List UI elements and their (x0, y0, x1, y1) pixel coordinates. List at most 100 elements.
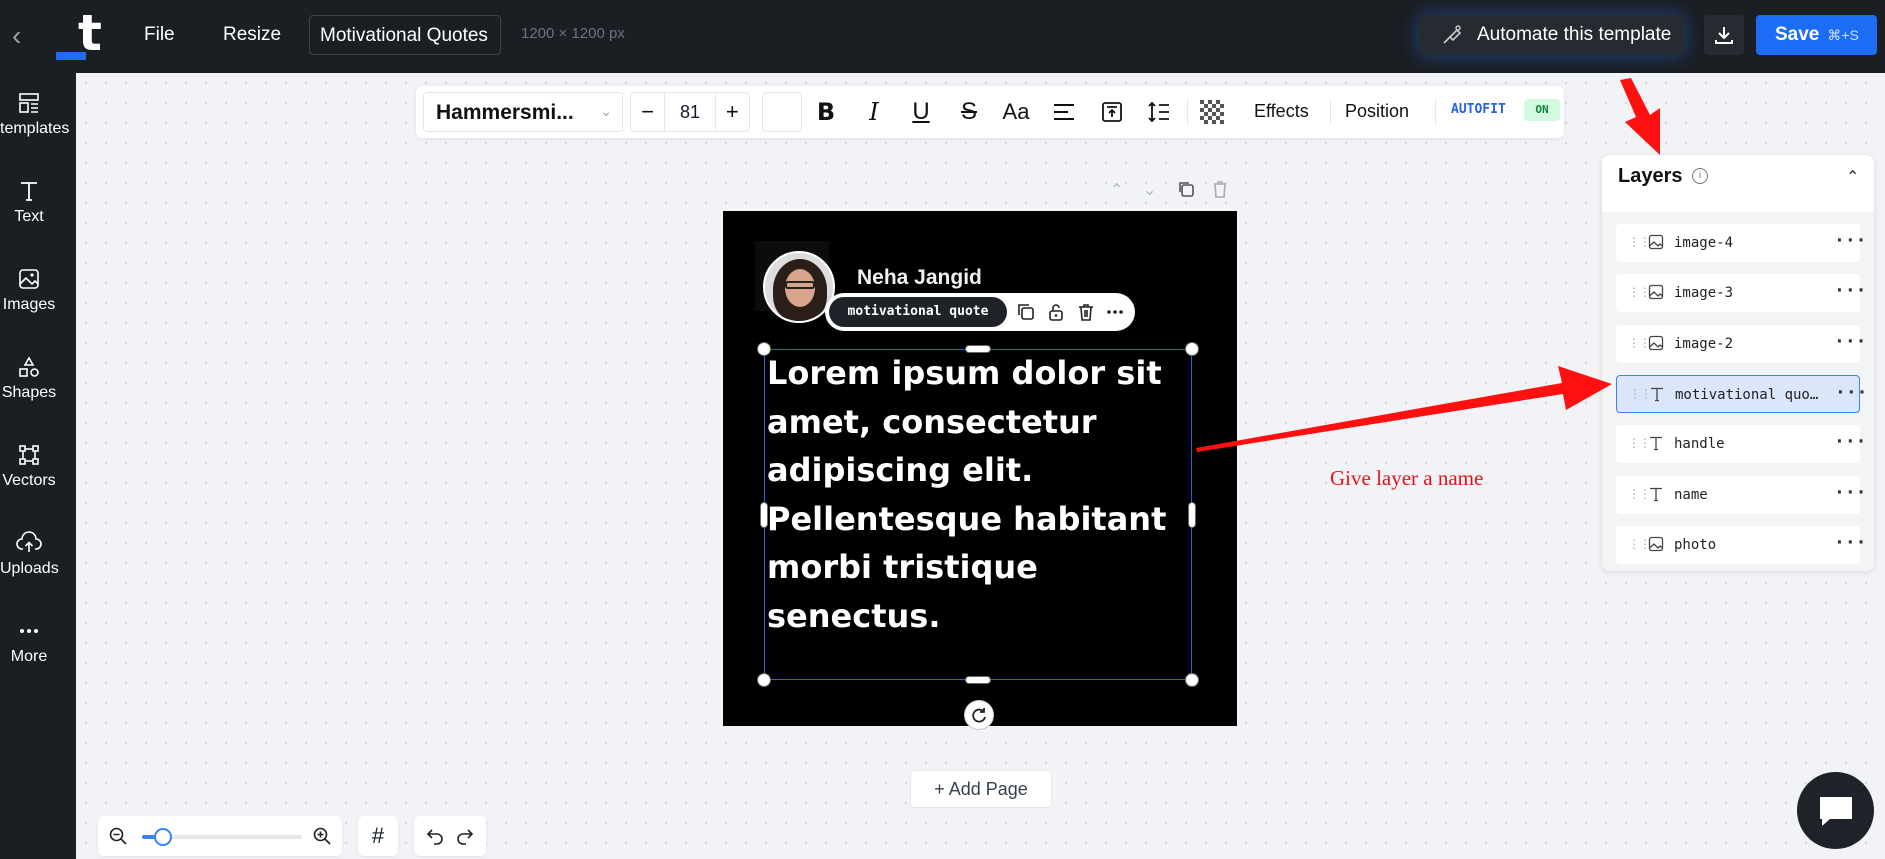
image-layer-icon (1648, 284, 1664, 300)
page-move-down-icon[interactable]: ⌄ (1143, 180, 1156, 200)
sidebar-item-uploads[interactable]: Uploads (0, 531, 59, 578)
layer-row-image-2[interactable]: ⋮⋮ image-2 ··· (1616, 325, 1867, 363)
layer-name-label[interactable]: motivational quote (829, 297, 1007, 327)
layer-more-icon[interactable]: ··· (1834, 482, 1867, 503)
transparency-button[interactable] (1198, 98, 1226, 126)
drag-handle-icon[interactable]: ⋮⋮ (1628, 487, 1651, 501)
font-size-increase-button[interactable]: + (716, 93, 749, 131)
bold-button[interactable]: B (812, 98, 840, 126)
resize-handle-top-right[interactable] (1185, 342, 1199, 356)
undo-icon[interactable] (426, 827, 444, 845)
name-text-layer[interactable]: Neha Jangid (857, 266, 982, 290)
grid-toggle-button[interactable]: # (358, 816, 398, 856)
app-logo[interactable]: t (54, 4, 108, 62)
info-icon[interactable]: i (1692, 168, 1708, 184)
layer-more-icon[interactable]: ··· (1835, 382, 1868, 403)
layer-row-name[interactable]: ⋮⋮ name ··· (1616, 476, 1867, 514)
position-button[interactable]: Position (1345, 101, 1409, 122)
drag-handle-icon[interactable]: ⋮⋮ (1628, 285, 1651, 299)
layer-name: name (1674, 487, 1708, 503)
autofit-toggle[interactable]: ON (1524, 99, 1560, 121)
sidebar-item-text[interactable]: Text (0, 179, 58, 226)
drag-handle-icon[interactable]: ⋮⋮ (1628, 436, 1651, 450)
redo-icon[interactable] (456, 827, 474, 845)
drag-handle-icon[interactable]: ⋮⋮ (1629, 387, 1652, 401)
resize-menu[interactable]: Resize (223, 24, 281, 46)
sidebar-item-templates[interactable]: templates (0, 91, 69, 138)
page-move-up-icon[interactable]: ⌃ (1110, 180, 1123, 200)
sidebar-item-images[interactable]: Images (0, 267, 58, 314)
layer-name: image-2 (1674, 336, 1734, 352)
drag-handle-icon[interactable]: ⋮⋮ (1628, 537, 1651, 551)
layer-row-handle[interactable]: ⋮⋮ handle ··· (1616, 425, 1867, 463)
selection-box[interactable] (764, 349, 1192, 680)
drag-handle-icon[interactable]: ⋮⋮ (1628, 235, 1651, 249)
sidebar-item-shapes[interactable]: Shapes (0, 355, 58, 402)
document-dimensions: 1200 × 1200 px (521, 25, 625, 42)
font-family-select[interactable]: Hammersmi... ⌄ (423, 92, 623, 132)
delete-icon[interactable] (1076, 302, 1096, 322)
vertical-align-button[interactable] (1098, 98, 1126, 126)
zoom-controls (98, 816, 342, 856)
font-size-decrease-button[interactable]: − (631, 93, 664, 131)
text-align-button[interactable] (1050, 98, 1078, 126)
automate-template-button[interactable]: Automate this template (1419, 15, 1684, 55)
line-height-button[interactable] (1145, 98, 1173, 126)
resize-handle-bottom[interactable] (965, 676, 991, 684)
text-color-swatch[interactable] (762, 92, 802, 132)
layer-more-icon[interactable]: ··· (1834, 230, 1867, 251)
resize-handle-top-left[interactable] (757, 342, 771, 356)
automate-icon (1443, 25, 1462, 44)
resize-handle-top[interactable] (965, 345, 991, 353)
drag-handle-icon[interactable]: ⋮⋮ (1628, 336, 1651, 350)
document-title-input[interactable]: Motivational Quotes (309, 15, 501, 55)
font-size-stepper[interactable]: − 81 + (630, 92, 750, 132)
italic-button[interactable]: I (860, 98, 888, 126)
shapes-icon (19, 356, 39, 377)
back-chevron-icon[interactable]: ‹ (12, 22, 40, 50)
zoom-out-icon[interactable] (108, 826, 128, 846)
layer-row-motivational-quote[interactable]: ⋮⋮ motivational quo… ··· (1616, 375, 1868, 413)
text-icon (21, 182, 37, 201)
resize-handle-bottom-right[interactable] (1185, 673, 1199, 687)
left-sidebar: templates Text Images Shapes Vectors Upl… (0, 73, 76, 859)
unlock-icon[interactable] (1046, 302, 1066, 322)
text-case-button[interactable]: Aa (1002, 98, 1030, 126)
rotate-handle[interactable] (964, 700, 994, 730)
sidebar-label-text: Text (14, 208, 44, 225)
download-button[interactable] (1704, 15, 1744, 55)
save-button[interactable]: Save ⌘+S (1756, 15, 1877, 55)
sidebar-item-more[interactable]: More (0, 619, 58, 666)
layer-more-icon[interactable]: ··· (1834, 532, 1867, 553)
layer-row-photo[interactable]: ⋮⋮ photo ··· (1616, 526, 1867, 564)
zoom-slider-handle[interactable] (153, 828, 172, 846)
layer-more-icon[interactable]: ··· (1834, 280, 1867, 301)
effects-button[interactable]: Effects (1254, 101, 1309, 122)
layer-more-icon[interactable]: ··· (1834, 331, 1867, 352)
design-page[interactable]: Neha Jangid Lorem ipsum dolor sit amet, … (723, 211, 1237, 730)
layer-name: photo (1674, 537, 1717, 553)
strikethrough-button[interactable]: S (955, 98, 983, 126)
resize-handle-bottom-left[interactable] (757, 673, 771, 687)
resize-handle-left[interactable] (760, 502, 768, 528)
collapse-chevron-icon[interactable]: ⌃ (1846, 167, 1859, 187)
add-page-button[interactable]: + Add Page (910, 770, 1052, 808)
transparency-checker-icon (1200, 100, 1224, 124)
layer-row-image-4[interactable]: ⋮⋮ image-4 ··· (1616, 224, 1867, 262)
history-controls (414, 816, 486, 856)
support-chat-button[interactable] (1797, 772, 1874, 849)
duplicate-page-icon[interactable] (1177, 180, 1195, 198)
layer-name: image-3 (1674, 285, 1734, 301)
file-menu[interactable]: File (144, 24, 175, 46)
layer-more-icon[interactable]: ··· (1834, 431, 1867, 452)
font-size-input[interactable]: 81 (664, 93, 716, 131)
sidebar-item-vectors[interactable]: Vectors (0, 443, 58, 490)
zoom-in-icon[interactable] (312, 826, 332, 846)
more-options-icon[interactable] (1105, 302, 1125, 322)
duplicate-icon[interactable] (1016, 302, 1036, 322)
delete-page-icon[interactable] (1212, 180, 1228, 198)
underline-button[interactable]: U (907, 98, 935, 126)
resize-handle-right[interactable] (1188, 502, 1196, 528)
layer-name: handle (1674, 436, 1725, 452)
layer-row-image-3[interactable]: ⋮⋮ image-3 ··· (1616, 274, 1867, 312)
